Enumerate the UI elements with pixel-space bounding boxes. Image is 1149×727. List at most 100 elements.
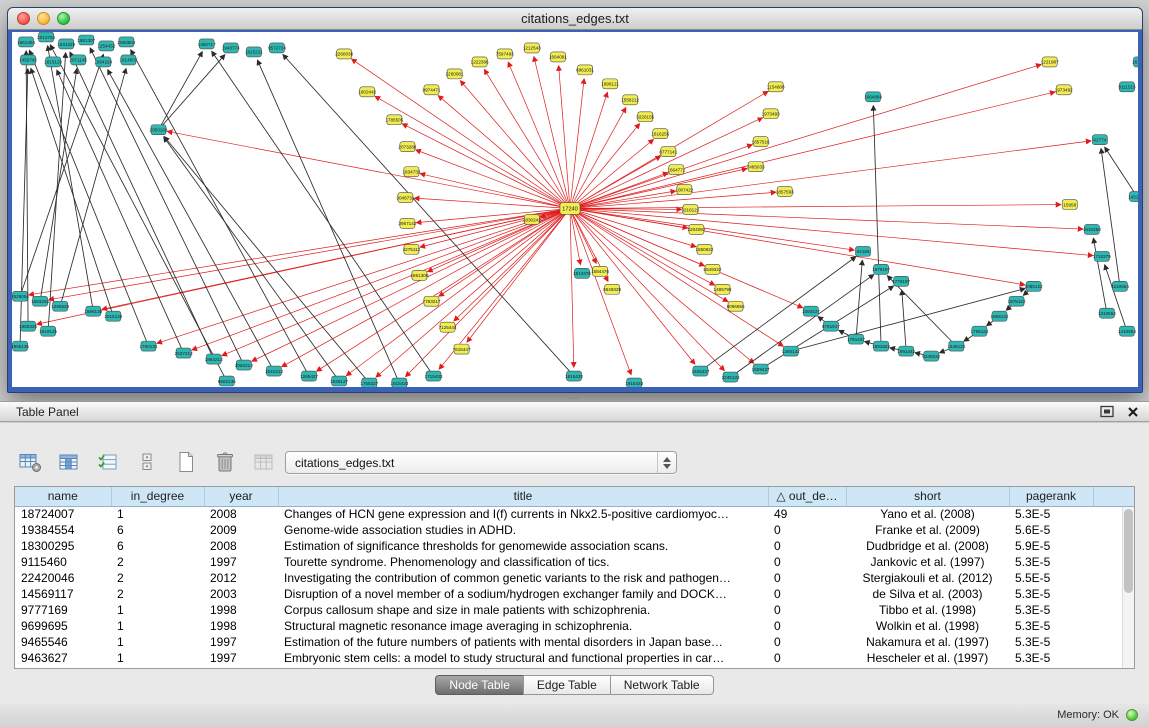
column-header-title[interactable]: title — [278, 487, 768, 506]
cell-name[interactable]: 18300295 — [15, 538, 111, 554]
cell-in_degree[interactable]: 1 — [111, 650, 204, 666]
column-header-year[interactable]: year — [204, 487, 278, 506]
table-row[interactable]: 1872400712008Changes of HCN gene express… — [15, 506, 1134, 522]
table-row[interactable]: 1830029562008Estimation of significance … — [15, 538, 1134, 554]
graph-edge[interactable] — [157, 209, 570, 344]
table-row[interactable]: 969969511998Structural magnetic resonanc… — [15, 618, 1134, 634]
cell-title[interactable]: Estimation of the future numbers of pati… — [278, 634, 768, 650]
graph-edge[interactable] — [20, 69, 28, 346]
cell-pagerank[interactable]: 5.9E-5 — [1009, 538, 1093, 554]
close-panel-icon[interactable] — [1127, 406, 1139, 418]
window-titlebar[interactable]: citations_edges.txt — [8, 8, 1142, 30]
graph-edge[interactable] — [317, 209, 570, 372]
table-row[interactable]: 1456911722003Disruption of a novel membe… — [15, 586, 1134, 602]
cell-short[interactable]: Wolkin et al. (1998) — [846, 618, 1009, 634]
cell-title[interactable]: Structural magnetic resonance image aver… — [278, 618, 768, 634]
cell-year[interactable]: 1997 — [204, 554, 278, 570]
cell-short[interactable]: Yano et al. (2008) — [846, 506, 1009, 522]
cell-pagerank[interactable]: 5.3E-5 — [1009, 506, 1093, 522]
new-table-button[interactable] — [172, 449, 200, 475]
cell-title[interactable]: Corpus callosum shape and size in male p… — [278, 602, 768, 618]
graph-edge[interactable] — [570, 92, 1055, 209]
graph-edge[interactable] — [570, 205, 1061, 209]
graph-edge[interactable] — [1093, 238, 1106, 313]
cell-title[interactable]: Changes of HCN gene expression and I(f) … — [278, 506, 768, 522]
graph-edge[interactable] — [570, 209, 580, 265]
minimize-window-button[interactable] — [37, 12, 50, 25]
cell-out_degree[interactable]: 0 — [768, 522, 846, 538]
scrollbar-thumb[interactable] — [1124, 509, 1133, 593]
column-header-pagerank[interactable]: pagerank — [1009, 487, 1093, 506]
table-row[interactable]: 911546021997Tourette syndrome. Phenomeno… — [15, 554, 1134, 570]
cell-out_degree[interactable]: 0 — [768, 650, 846, 666]
graph-edge[interactable] — [454, 209, 570, 321]
cell-out_degree[interactable]: 0 — [768, 634, 846, 650]
graph-edge[interactable] — [570, 209, 783, 347]
vertical-scrollbar[interactable] — [1122, 507, 1134, 668]
tab-network-table[interactable]: Network Table — [610, 675, 714, 695]
column-header-name[interactable]: name — [15, 487, 111, 506]
close-window-button[interactable] — [17, 12, 30, 25]
graph-edge[interactable] — [570, 209, 574, 368]
graph-edge[interactable] — [1101, 149, 1120, 287]
tab-node-table[interactable]: Node Table — [435, 675, 524, 695]
cell-year[interactable]: 2012 — [204, 570, 278, 586]
graph-edge[interactable] — [164, 137, 369, 383]
table-selector-dropdown[interactable]: citations_edges.txt — [285, 451, 677, 474]
column-header-out_degree[interactable]: △ out_de… — [768, 487, 846, 506]
cell-title[interactable]: Disruption of a novel member of a sodium… — [278, 586, 768, 602]
graph-edge[interactable] — [282, 209, 570, 367]
graph-edge[interactable] — [406, 209, 570, 377]
cell-pagerank[interactable]: 5.6E-5 — [1009, 522, 1093, 538]
cell-out_degree[interactable]: 0 — [768, 570, 846, 586]
zoom-window-button[interactable] — [57, 12, 70, 25]
graph-edge[interactable] — [570, 192, 776, 208]
cell-short[interactable]: Dudbridge et al. (2008) — [846, 538, 1009, 554]
cell-out_degree[interactable]: 49 — [768, 506, 846, 522]
graph-edge[interactable] — [534, 57, 570, 209]
cell-year[interactable]: 2003 — [204, 586, 278, 602]
graph-edge[interactable] — [439, 209, 570, 297]
cell-out_degree[interactable]: 0 — [768, 538, 846, 554]
graph-edge[interactable] — [570, 209, 1083, 230]
graph-edge[interactable] — [570, 141, 1091, 209]
graph-edge[interactable] — [164, 137, 339, 381]
cell-short[interactable]: Tibbo et al. (1998) — [846, 602, 1009, 618]
cell-out_degree[interactable]: 0 — [768, 554, 846, 570]
graph-edge[interactable] — [484, 70, 570, 209]
graph-edge[interactable] — [570, 209, 854, 251]
graph-edge[interactable] — [570, 169, 747, 209]
graph-edge[interactable] — [559, 66, 570, 209]
graph-edge[interactable] — [570, 209, 631, 375]
cell-pagerank[interactable]: 5.3E-5 — [1009, 602, 1093, 618]
cell-pagerank[interactable]: 5.3E-5 — [1009, 586, 1093, 602]
graph-edge[interactable] — [252, 209, 570, 362]
delete-table-button[interactable] — [211, 449, 239, 475]
cell-in_degree[interactable]: 2 — [111, 570, 204, 586]
row-tools-button[interactable] — [133, 449, 161, 475]
graph-edge[interactable] — [20, 54, 103, 296]
panel-resize-handle[interactable] — [567, 395, 579, 399]
graph-edge[interactable] — [131, 50, 309, 376]
network-canvas[interactable]: 1724022600381602442178550520732881834733… — [12, 32, 1138, 387]
cell-name[interactable]: 9699695 — [15, 618, 111, 634]
cell-short[interactable]: de Silva et al. (2003) — [846, 586, 1009, 602]
cell-in_degree[interactable]: 1 — [111, 618, 204, 634]
graph-edge[interactable] — [48, 46, 94, 311]
cell-in_degree[interactable]: 1 — [111, 602, 204, 618]
graph-edge[interactable] — [428, 209, 570, 272]
graph-edge[interactable] — [570, 79, 584, 209]
graph-edge[interactable] — [159, 52, 203, 130]
graph-edge[interactable] — [570, 65, 1041, 209]
cell-short[interactable]: Franke et al. (2009) — [846, 522, 1009, 538]
table-row[interactable]: 946362711997Embryonic stem cells: a mode… — [15, 650, 1134, 666]
cell-in_degree[interactable]: 2 — [111, 554, 204, 570]
cell-short[interactable]: Stergiakouli et al. (2012) — [846, 570, 1009, 586]
tab-edge-table[interactable]: Edge Table — [523, 675, 611, 695]
cell-in_degree[interactable]: 1 — [111, 634, 204, 650]
graph-edge[interactable] — [570, 191, 675, 208]
cell-pagerank[interactable]: 5.3E-5 — [1009, 618, 1093, 634]
cell-short[interactable]: Hescheler et al. (1997) — [846, 650, 1009, 666]
cell-name[interactable]: 9463627 — [15, 650, 111, 666]
cell-out_degree[interactable]: 0 — [768, 602, 846, 618]
